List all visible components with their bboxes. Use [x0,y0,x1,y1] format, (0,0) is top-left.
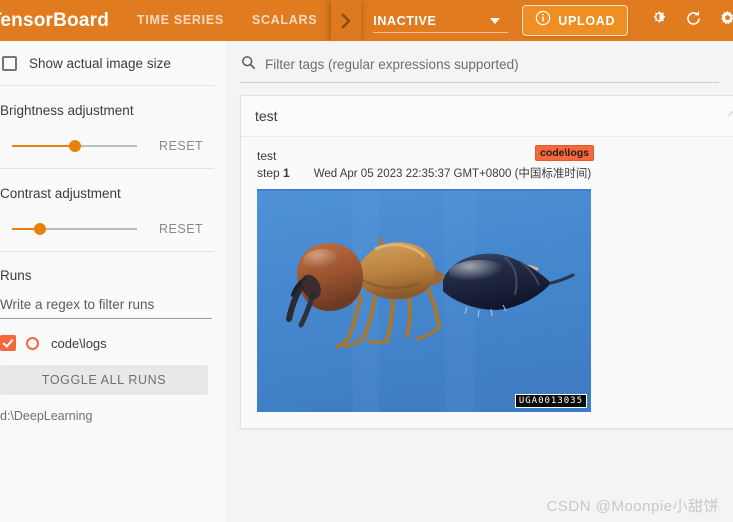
brightness-dark-mode-icon [650,9,669,33]
tabs-overflow-button[interactable] [331,0,362,41]
top-bar-icon-group [642,0,733,41]
image-preview[interactable]: UGA0013035 [257,189,591,412]
left-sidebar: Show actual image size Brightness adjust… [0,41,226,522]
brightness-slider-row: RESET [0,124,226,168]
contrast-slider[interactable] [12,221,137,237]
tab-scalars[interactable]: SCALARS [238,0,331,41]
chevron-right-icon [340,12,353,29]
image-timestamp: Wed Apr 05 2023 22:35:37 GMT+0800 (中国标准时… [313,168,592,180]
top-app-bar: TensorBoard TIME SERIES SCALARS INACTIVE… [0,0,733,41]
tag-filter-placeholder: Filter tags (regular expressions support… [265,57,519,72]
settings-gear-icon [718,9,733,33]
run-color-swatch-icon [26,336,39,350]
run-badge: code\logs [535,145,595,161]
upload-button[interactable]: UPLOAD [522,5,629,36]
chevron-up-icon[interactable] [725,106,733,127]
ant-specimen-photo [257,191,591,412]
image-step-line: step 1 Wed Apr 05 2023 22:35:37 GMT+0800… [257,165,591,181]
slider-fill [12,145,75,147]
dashboard-select[interactable]: INACTIVE [373,0,509,41]
run-item-code-logs[interactable]: code\logs [0,335,226,351]
card-body: test step 1 Wed Apr 05 2023 22:35:37 GMT… [241,137,733,428]
show-actual-image-size-checkbox[interactable] [2,55,17,71]
image-tag-label: test [257,149,277,163]
runs-filter-input[interactable] [0,297,212,319]
search-icon [240,54,257,76]
image-source-watermark: UGA0013035 [514,394,587,408]
main-content: Filter tags (regular expressions support… [226,41,733,522]
dashboard-tabs: TIME SERIES SCALARS [123,0,331,41]
step-label: step 1 [257,166,290,180]
brightness-reset-button[interactable]: RESET [159,139,203,153]
select-underline [373,32,509,33]
upload-button-label: UPLOAD [558,13,616,28]
slider-thumb[interactable] [68,140,81,152]
run-checkbox[interactable] [0,335,16,351]
image-metadata: test step 1 Wed Apr 05 2023 22:35:37 GMT… [257,145,595,181]
card-title: test [255,108,278,124]
toggle-all-runs-button[interactable]: TOGGLE ALL RUNS [0,365,208,395]
tab-time-series[interactable]: TIME SERIES [123,0,238,41]
dark-mode-toggle-button[interactable] [642,0,676,41]
show-actual-image-size-label: Show actual image size [29,55,171,71]
tag-filter-bar: Filter tags (regular expressions support… [226,41,733,89]
show-actual-image-size-row[interactable]: Show actual image size [0,41,226,85]
contrast-slider-row: RESET [0,207,226,251]
refresh-icon [684,9,703,33]
image-dashboard-card: test test step 1 Wed Apr 05 2023 22:35:3… [240,95,733,429]
run-name-label: code\logs [51,335,107,351]
brightness-label: Brightness adjustment [0,103,134,118]
info-circle-icon [535,10,551,31]
step-value: 1 [283,166,290,180]
brightness-slider[interactable] [12,138,137,154]
refresh-button[interactable] [676,0,710,41]
contrast-label: Contrast adjustment [0,186,121,201]
tag-filter-field[interactable]: Filter tags (regular expressions support… [240,48,719,83]
settings-button[interactable] [710,0,733,41]
runs-section-title: Runs [0,268,32,283]
contrast-reset-button[interactable]: RESET [159,222,203,236]
card-header[interactable]: test [241,96,733,137]
slider-thumb[interactable] [33,223,46,235]
chevron-down-icon [490,18,501,24]
app-brand: TensorBoard [0,9,110,31]
dashboard-select-value: INACTIVE [373,13,437,28]
logdir-label: d:\DeepLearning [0,409,93,423]
